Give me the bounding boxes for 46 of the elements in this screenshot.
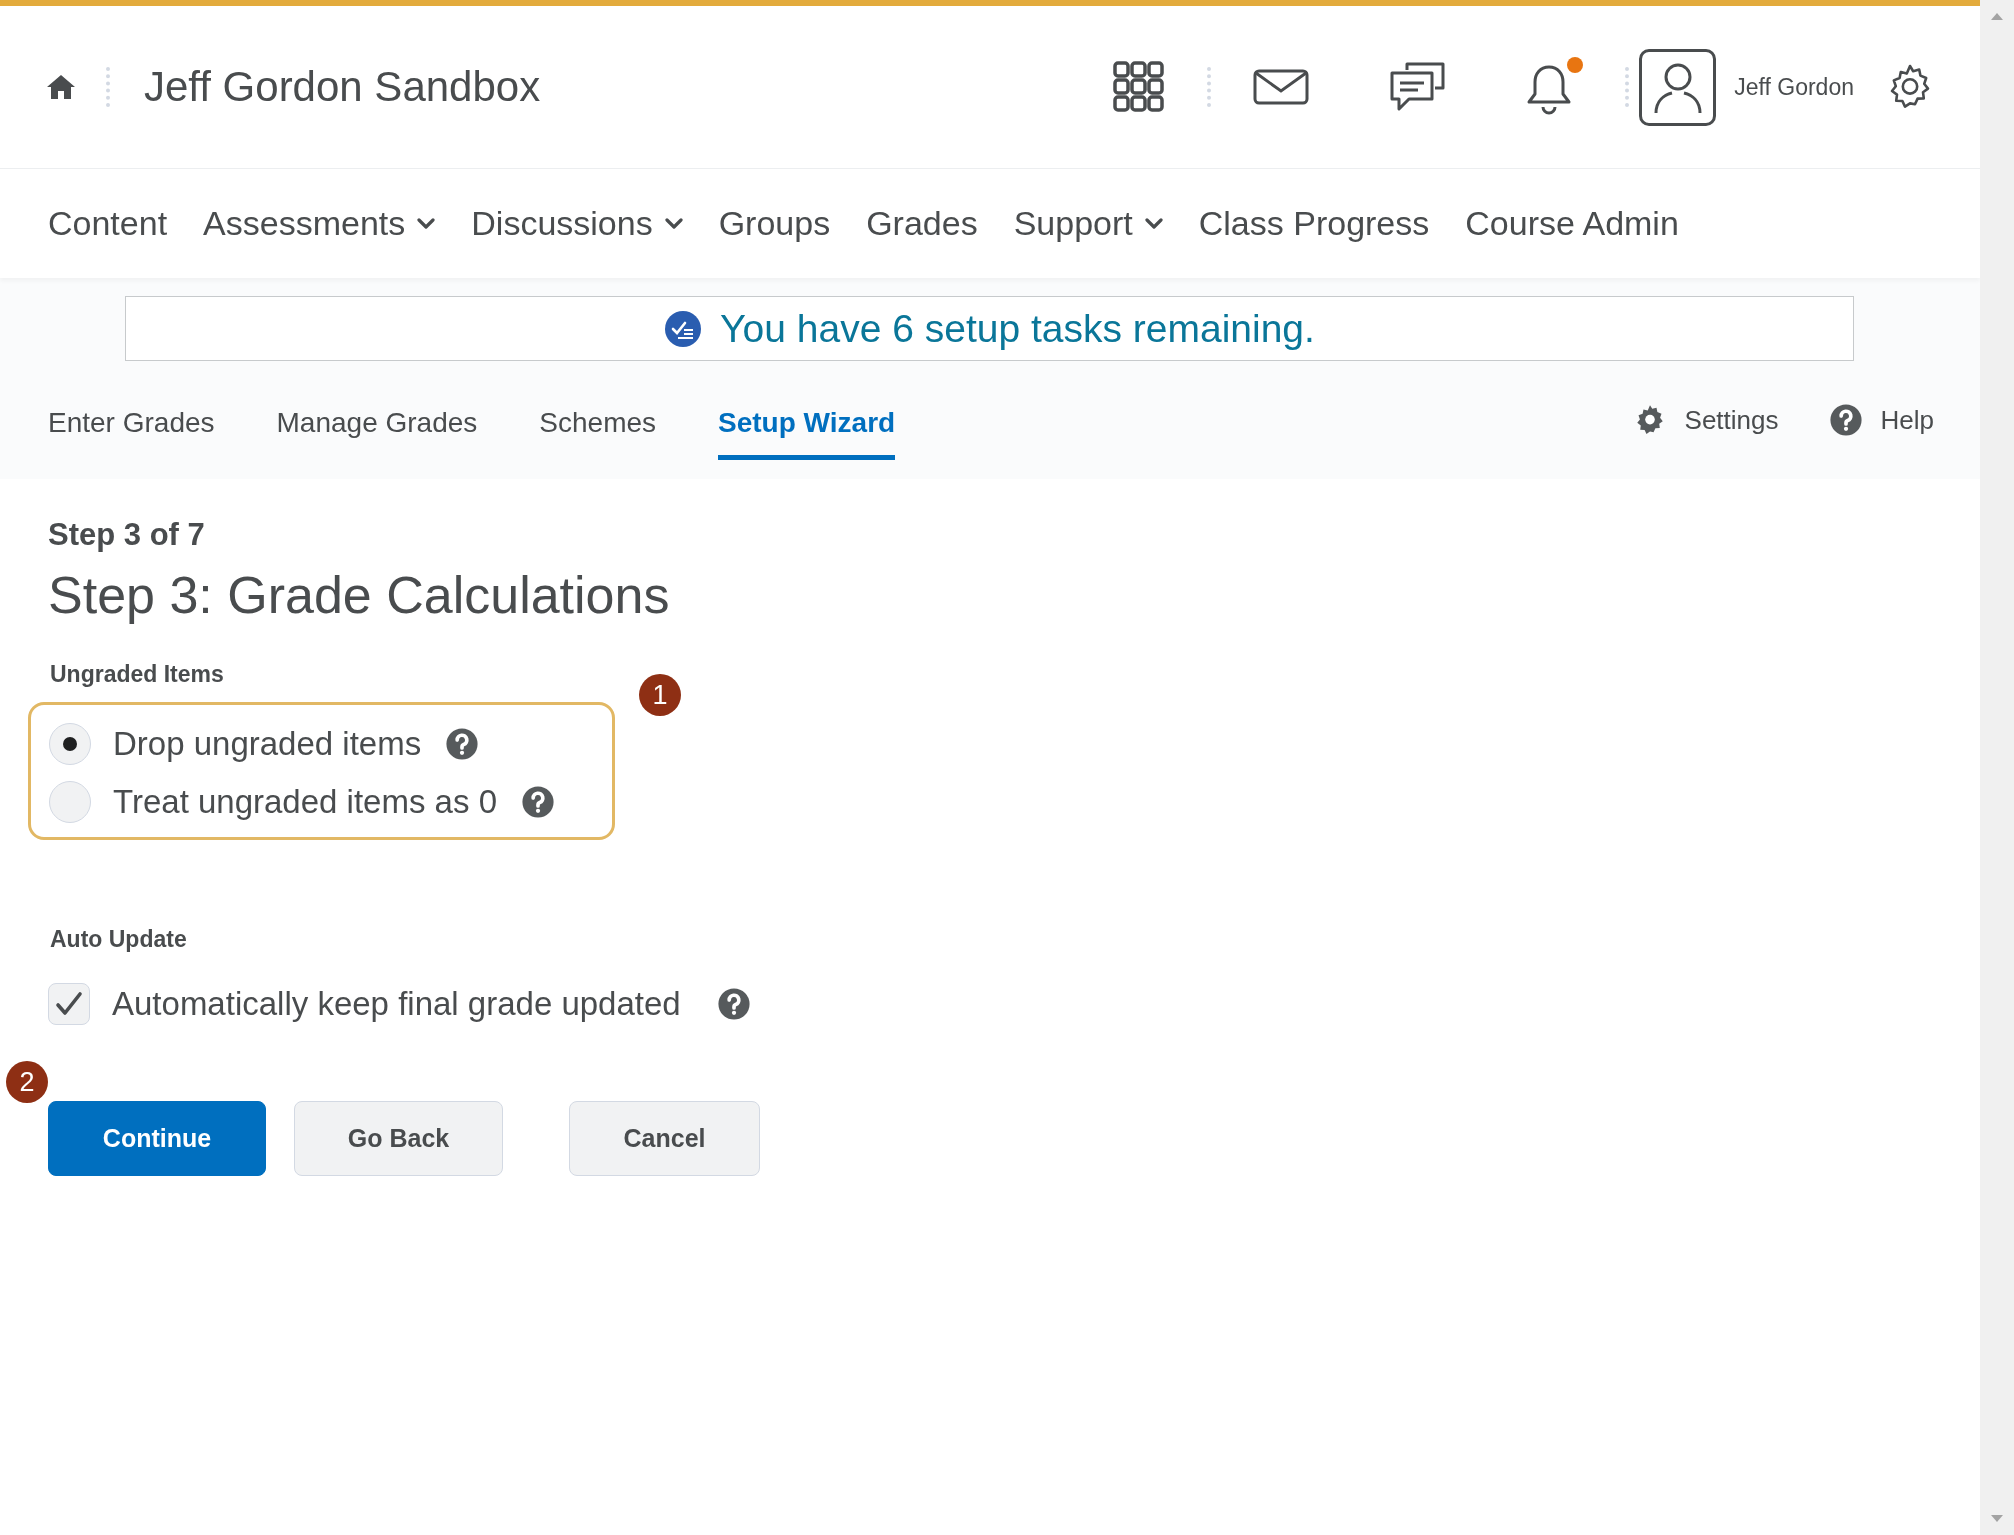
avatar-icon: [1639, 48, 1717, 126]
nav-link[interactable]: Assessments: [203, 204, 436, 243]
setup-message[interactable]: You have 6 setup tasks remaining.: [720, 306, 1315, 351]
radio-button[interactable]: [49, 781, 91, 823]
checklist-icon: [664, 309, 703, 348]
tab[interactable]: Schemes: [539, 386, 657, 460]
user-menu-button[interactable]: Jeff Gordon: [1639, 48, 1854, 126]
help-icon: [1828, 403, 1863, 437]
settings-link[interactable]: Settings: [1632, 403, 1779, 437]
action-button[interactable]: Cancel: [569, 1101, 760, 1176]
tab[interactable]: Setup Wizard: [718, 386, 896, 460]
action-button[interactable]: Continue: [48, 1101, 266, 1176]
checkbox[interactable]: [48, 983, 90, 1025]
action-button[interactable]: Go Back: [294, 1101, 503, 1176]
nav-link[interactable]: Course Admin: [1465, 204, 1679, 243]
nav-link[interactable]: Class Progress: [1198, 204, 1430, 243]
page-heading: Step 3: Grade Calculations: [48, 565, 671, 625]
option-label: Treat ungraded items as 0: [113, 783, 497, 821]
help-icon: [521, 785, 555, 819]
nav-link[interactable]: Discussions: [471, 204, 683, 243]
option-label: Automatically keep final grade updated: [112, 985, 681, 1023]
help-button[interactable]: [445, 727, 480, 761]
callout-marker: 1: [639, 674, 681, 716]
tab[interactable]: Enter Grades: [48, 386, 215, 460]
nav-link[interactable]: Grades: [866, 204, 978, 243]
help-button[interactable]: [716, 987, 751, 1021]
help-link[interactable]: Help: [1828, 403, 1934, 437]
group-label: Ungraded Items: [50, 661, 225, 688]
help-icon: [716, 987, 751, 1021]
course-title[interactable]: Jeff Gordon Sandbox: [144, 63, 541, 111]
group-label: Auto Update: [50, 926, 188, 953]
callout-marker: 2: [6, 1061, 48, 1103]
home-icon[interactable]: [46, 73, 76, 101]
help-button[interactable]: [521, 785, 555, 819]
apps-grid-icon[interactable]: [1113, 61, 1166, 113]
nav-link[interactable]: Groups: [718, 204, 831, 243]
checkmark-icon: [55, 991, 83, 1017]
bell-icon[interactable]: [1525, 57, 1584, 117]
tab[interactable]: Manage Grades: [276, 386, 478, 460]
option-label: Drop ungraded items: [113, 725, 422, 763]
radio-button[interactable]: [49, 723, 91, 765]
nav-link[interactable]: Support: [1013, 204, 1163, 243]
mail-icon[interactable]: [1253, 69, 1310, 105]
nav-link[interactable]: Content: [48, 204, 168, 243]
help-icon: [445, 727, 480, 761]
step-counter: Step 3 of 7: [48, 517, 206, 553]
